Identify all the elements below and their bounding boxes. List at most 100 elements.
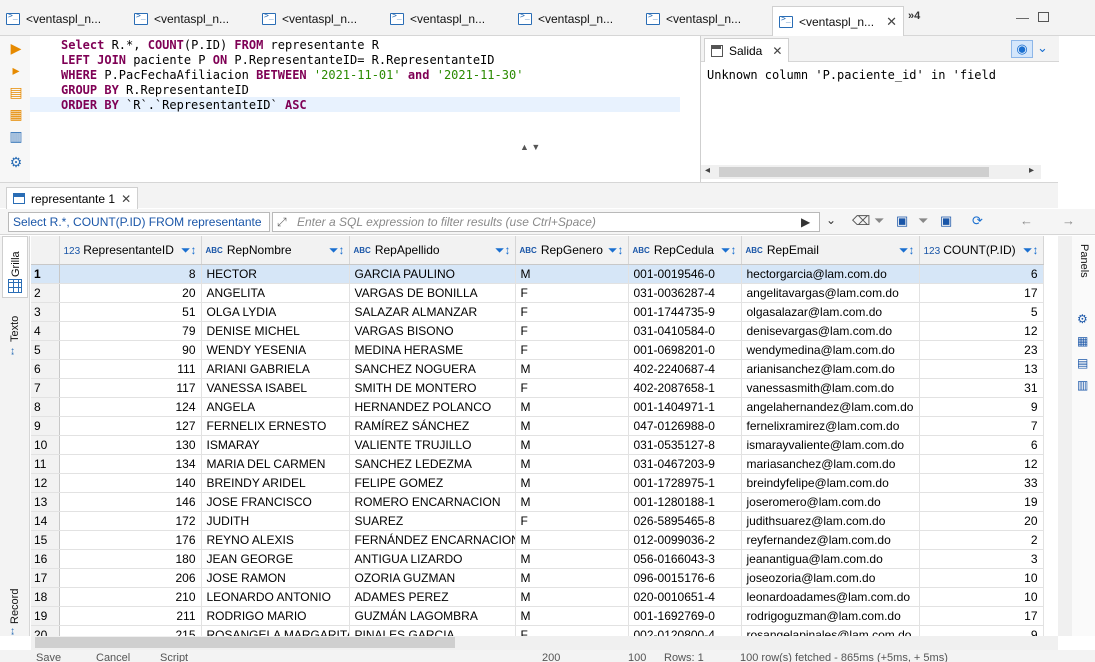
row-number[interactable]: 12 [31,473,60,493]
column-header[interactable]: ABC RepNombre ⏷↕ [201,236,350,265]
row-number[interactable]: 19 [31,606,60,626]
fetch-size-input[interactable]: 200 [542,652,560,662]
panels-tab-label[interactable]: Panels [1078,244,1090,278]
table-cell[interactable]: 002-0120800-4 [628,625,742,636]
table-cell[interactable]: F [515,625,629,636]
close-icon[interactable]: ✕ [121,192,131,206]
table-cell[interactable]: 5 [919,302,1044,322]
table-cell[interactable]: vanessasmith@lam.com.do [741,378,920,398]
table-row[interactable]: 6 111 ARIANI GABRIELA SANCHEZ NOGUERA M 402-2… [31,359,1044,379]
table-cell[interactable]: M [515,454,629,474]
table-cell[interactable]: 026-5895465-8 [628,511,742,531]
row-number[interactable]: 16 [31,549,60,569]
table-cell[interactable]: M [515,492,629,512]
table-row[interactable]: 1 8 HECTOR GARCIA PAULINO M 001-0019546-0 hect… [31,264,1044,284]
results-grid[interactable]: 123 RepresentanteID ⏷↕ ABC RepNombre ⏷↕ ABC R… [31,236,1058,636]
table-cell[interactable]: 117 [59,378,202,398]
table-cell[interactable]: joseromero@lam.com.do [741,492,920,512]
table-row[interactable]: 10 130 ISMARAY VALIENTE TRUJILLO M 031-053512… [31,435,1044,455]
table-cell[interactable]: 031-0410584-0 [628,321,742,341]
table-row[interactable]: 13 146 JOSE FRANCISCO ROMERO ENCARNACION M 00… [31,492,1044,512]
table-cell[interactable]: 3 [919,549,1044,569]
table-cell[interactable]: VARGAS BISONO [349,321,516,341]
table-cell[interactable]: 056-0166043-3 [628,549,742,569]
table-cell[interactable]: 9 [919,625,1044,636]
editor-tab[interactable]: <ventaspl_n... [390,8,485,30]
table-cell[interactable]: 001-0698201-0 [628,340,742,360]
minimize-icon[interactable]: — [1016,10,1029,25]
table-cell[interactable]: M [515,397,629,417]
table-cell[interactable]: 23 [919,340,1044,360]
table-cell[interactable]: 180 [59,549,202,569]
row-number[interactable]: 6 [31,359,60,379]
table-cell[interactable]: ROSANGELA MARGARITA [201,625,350,636]
table-cell[interactable]: rodrigoguzman@lam.com.do [741,606,920,626]
panel-properties-icon[interactable]: ⚙ [1077,312,1088,326]
table-cell[interactable]: 10 [919,587,1044,607]
filter-save-icon[interactable]: ▣ [896,213,908,229]
table-cell[interactable]: angelahernandez@lam.com.do [741,397,920,417]
close-icon[interactable]: ✕ [772,44,782,58]
table-cell[interactable]: M [515,568,629,588]
table-cell[interactable]: 20 [919,511,1044,531]
table-cell[interactable]: REYNO ALEXIS [201,530,350,550]
table-cell[interactable]: FERNELIX ERNESTO [201,416,350,436]
filter-sort-icon[interactable]: ⏷↕ [1023,243,1039,258]
cancel-button[interactable]: Cancel [96,652,130,662]
table-cell[interactable]: ADAMES PEREZ [349,587,516,607]
table-cell[interactable]: ismarayvaliente@lam.com.do [741,435,920,455]
table-cell[interactable]: M [515,416,629,436]
row-number[interactable]: 18 [31,587,60,607]
editor-tab[interactable]: <ventaspl_n... [518,8,613,30]
table-cell[interactable]: PINALES GARCIA [349,625,516,636]
table-cell[interactable]: GUZMÁN LAGOMBRA [349,606,516,626]
chevron-down-icon[interactable]: ⌄ [1037,40,1048,56]
table-cell[interactable]: 047-0126988-0 [628,416,742,436]
table-cell[interactable]: 31 [919,378,1044,398]
table-cell[interactable]: RAMÍREZ SÁNCHEZ [349,416,516,436]
table-cell[interactable]: GARCIA PAULINO [349,264,516,284]
table-cell[interactable]: WENDY YESENIA [201,340,350,360]
table-cell[interactable]: 001-1404971-1 [628,397,742,417]
execute-statement-icon[interactable]: ▶ [8,40,24,56]
row-number-header[interactable] [31,236,60,265]
table-cell[interactable]: OLGA LYDIA [201,302,350,322]
back-icon[interactable]: ← [1020,213,1033,228]
maximize-icon[interactable] [1038,12,1049,22]
table-cell[interactable]: hectorgarcia@lam.com.do [741,264,920,284]
column-header[interactable]: ABC RepGenero ⏷↕ [515,236,629,265]
table-cell[interactable]: RODRIGO MARIO [201,606,350,626]
panel-metadata-icon[interactable]: ▥ [1077,378,1088,392]
table-row[interactable]: 16 180 JEAN GEORGE ANTIGUA LIZARDO M 056-0166… [31,549,1044,569]
row-number[interactable]: 20 [31,625,60,636]
table-cell[interactable]: 127 [59,416,202,436]
row-number[interactable]: 5 [31,340,60,360]
table-cell[interactable]: 206 [59,568,202,588]
row-number[interactable]: 14 [31,511,60,531]
table-cell[interactable]: 001-1728975-1 [628,473,742,493]
column-header[interactable]: 123 RepresentanteID ⏷↕ [59,236,202,265]
row-number[interactable]: 13 [31,492,60,512]
execute-script-icon[interactable]: ▤ [8,84,24,100]
editor-tab[interactable]: <ventaspl_n... [646,8,741,30]
table-cell[interactable]: ANGELITA [201,283,350,303]
table-cell[interactable]: 001-1280188-1 [628,492,742,512]
table-cell[interactable]: breindyfelipe@lam.com.do [741,473,920,493]
table-cell[interactable]: MEDINA HERASME [349,340,516,360]
sql-editor[interactable]: Select R.*, COUNT(P.ID) FROM representan… [30,36,695,182]
row-number[interactable]: 4 [31,321,60,341]
table-cell[interactable]: 12 [919,454,1044,474]
filter-apply-icon[interactable]: ▶ [801,213,810,231]
filter-sort-icon[interactable]: ⏷↕ [181,243,197,258]
table-cell[interactable]: JUDITH [201,511,350,531]
table-cell[interactable]: VALIENTE TRUJILLO [349,435,516,455]
grid-hscroll[interactable] [31,636,1058,650]
table-cell[interactable]: SANCHEZ NOGUERA [349,359,516,379]
record-view-tab[interactable]: Record ↨ [2,584,28,637]
table-cell[interactable]: 17 [919,283,1044,303]
column-header[interactable]: ABC RepCedula ⏷↕ [628,236,742,265]
table-cell[interactable]: SALAZAR ALMANZAR [349,302,516,322]
table-cell[interactable]: fernelixramirez@lam.com.do [741,416,920,436]
editor-tab[interactable]: <ventaspl_n... [6,8,101,30]
table-cell[interactable]: 096-0015176-6 [628,568,742,588]
